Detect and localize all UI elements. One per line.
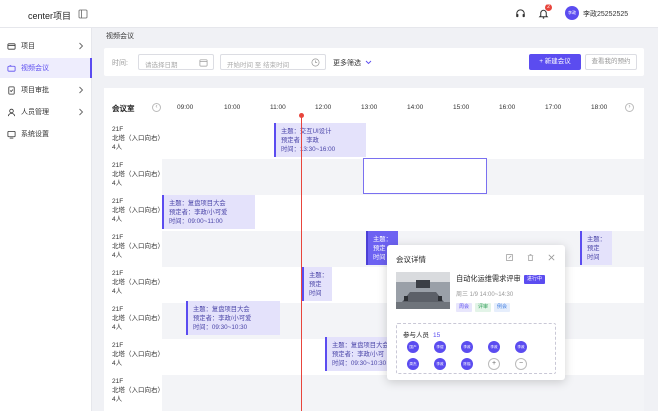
sidebar-item-label: 人员管理 — [21, 109, 49, 116]
meeting-name: 自动化运维需求评审 — [456, 274, 521, 283]
chevron-right-icon — [79, 42, 84, 50]
booking-card[interactable]: 主题：复盘项目大会 预定者：李政/小可爱 时间：09:00~11:00 — [162, 195, 255, 229]
booking-card[interactable]: 主题：复盘项目大会 预定者：李政/小可爱 时间：09:30~10:30 — [186, 301, 280, 335]
notification-badge: 2 — [545, 4, 552, 11]
chevron-right-icon — [79, 86, 84, 94]
user-icon — [7, 108, 16, 116]
room-row: 21F 北塔（入口向右） 4人 — [104, 375, 644, 411]
remove-participant-button[interactable]: − — [515, 358, 527, 370]
booking-card[interactable]: 主题：交互UI设计 预定者：李政 时间：13:30~16:00 — [274, 123, 366, 157]
more-filters-toggle[interactable]: 更多筛选 — [333, 58, 372, 68]
sidebar-item-project[interactable]: 项目 — [0, 36, 92, 56]
tag: 周会 — [456, 303, 473, 312]
participants-heading: 参与人员 15 — [403, 332, 441, 339]
more-filters-label: 更多筛选 — [333, 60, 361, 67]
video-icon — [7, 64, 16, 72]
time-label: 12:00 — [315, 104, 332, 111]
time-selection[interactable] — [363, 158, 487, 194]
date-input[interactable]: 请选择日期 — [138, 54, 214, 70]
participant-avatar[interactable]: 李政 — [515, 341, 527, 353]
room-name: 21F 北塔（入口向右） 4人 — [112, 270, 164, 295]
add-participant-button[interactable]: + — [488, 358, 500, 370]
time-label: 13:00 — [361, 104, 378, 111]
chevron-down-icon — [365, 60, 372, 65]
booking-card[interactable]: 主题： 预定 时间 — [580, 231, 612, 265]
new-meeting-button[interactable]: + 新建会议 — [529, 54, 581, 70]
participant-avatar[interactable]: 李政 — [488, 341, 500, 353]
prev-time-button[interactable]: ‹ — [152, 103, 161, 112]
project-icon — [7, 42, 16, 50]
clock-icon — [311, 58, 320, 67]
room-name: 21F 北塔（入口向右） 4人 — [112, 234, 164, 259]
participant-avatar[interactable]: 周杰 — [407, 358, 419, 370]
sidebar-item-label: 项目审批 — [21, 87, 49, 94]
participant-avatar[interactable]: 李政 — [461, 341, 473, 353]
meeting-room-photo — [396, 272, 450, 309]
room-column-header: 会议室 — [112, 104, 135, 113]
time-label: 18:00 — [591, 104, 608, 111]
time-label: 09:00 — [177, 104, 194, 111]
booking-card[interactable]: 主题： 预定 时间 — [302, 267, 332, 301]
chevron-right-icon — [79, 108, 84, 116]
user-name[interactable]: 李政25252525 — [583, 9, 628, 19]
participant-avatar[interactable]: 李政 — [434, 358, 446, 370]
tag: 例会 — [494, 303, 511, 312]
current-time-line — [301, 115, 302, 411]
participants-panel: 参与人员 15 国产 李煜 李政 李政 李政 周杰 李政 陈楷 + − — [396, 323, 556, 374]
sidebar-item-label: 项目 — [21, 43, 35, 50]
time-range-placeholder: 开始时间 至 结束时间 — [227, 62, 290, 69]
calendar-icon — [199, 59, 208, 67]
share-icon[interactable] — [505, 253, 514, 262]
my-bookings-button[interactable]: 查看我的预约 — [585, 54, 637, 70]
participant-avatar[interactable]: 李煜 — [434, 341, 446, 353]
room-name: 21F 北塔（入口向右） 4人 — [112, 306, 164, 331]
app-title: center项目 — [28, 11, 72, 21]
participant-avatar[interactable]: 陈楷 — [461, 358, 473, 370]
booking-card[interactable]: 主题：复盘项目大会 预定者：李政/小可 时间：09:30~10:30 — [325, 337, 391, 371]
time-label: 15:00 — [453, 104, 470, 111]
popup-title: 会议详情 — [396, 255, 426, 264]
sidebar-item-label: 视频会议 — [21, 65, 49, 72]
settings-icon — [7, 130, 16, 139]
headset-icon[interactable] — [515, 8, 526, 19]
participant-avatar[interactable]: 国产 — [407, 341, 419, 353]
filter-bar: 时间: 请选择日期 开始时间 至 结束时间 更多筛选 + 新建会议 查看我的预约 — [104, 48, 644, 76]
sidebar-item-video-meeting[interactable]: 视频会议 — [0, 58, 92, 78]
delete-icon[interactable] — [526, 253, 535, 262]
sidebar-item-approval[interactable]: 项目审批 — [0, 80, 92, 100]
approval-icon — [8, 85, 15, 95]
avatar[interactable]: 李政 — [565, 6, 579, 20]
room-name: 21F 北塔（入口向右） 4人 — [112, 198, 164, 223]
top-bar: center项目 2 李政 李政25252525 — [0, 0, 658, 28]
close-icon[interactable] — [547, 253, 556, 262]
room-name: 21F 北塔（入口向右） 4人 — [112, 162, 164, 187]
sidebar-item-people[interactable]: 人员管理 — [0, 102, 92, 122]
time-label: 14:00 — [407, 104, 424, 111]
room-row: 21F 北塔（入口向右） 4人 — [104, 123, 644, 159]
status-badge: 进行中 — [524, 275, 546, 284]
tag: 评审 — [475, 303, 492, 312]
time-label: 11:00 — [270, 104, 286, 111]
date-placeholder: 请选择日期 — [145, 62, 178, 69]
time-range-input[interactable]: 开始时间 至 结束时间 — [220, 54, 326, 70]
meeting-detail-popup: 会议详情 自动化运维需求评审 进行中 周三 1/9 14:00~14:30 周会… — [387, 245, 565, 380]
next-time-button[interactable]: › — [625, 103, 634, 112]
time-label: 16:00 — [499, 104, 516, 111]
breadcrumb: 视频会议 — [106, 33, 134, 40]
time-filter-label: 时间: — [112, 60, 128, 67]
room-name: 21F 北塔（入口向右） 4人 — [112, 342, 164, 367]
time-label: 10:00 — [224, 104, 241, 111]
sidebar: 项目 视频会议 项目审批 人员管理 系统设置 — [0, 28, 92, 411]
sidebar-item-settings[interactable]: 系统设置 — [0, 124, 92, 144]
meeting-time: 周三 1/9 14:00~14:30 — [456, 292, 514, 298]
time-label: 17:00 — [545, 104, 562, 111]
room-name: 21F 北塔（入口向右） 4人 — [112, 378, 164, 403]
room-name: 21F 北塔（入口向右） 4人 — [112, 126, 164, 151]
sidebar-item-label: 系统设置 — [21, 131, 49, 138]
collapse-menu-icon[interactable] — [78, 9, 88, 19]
